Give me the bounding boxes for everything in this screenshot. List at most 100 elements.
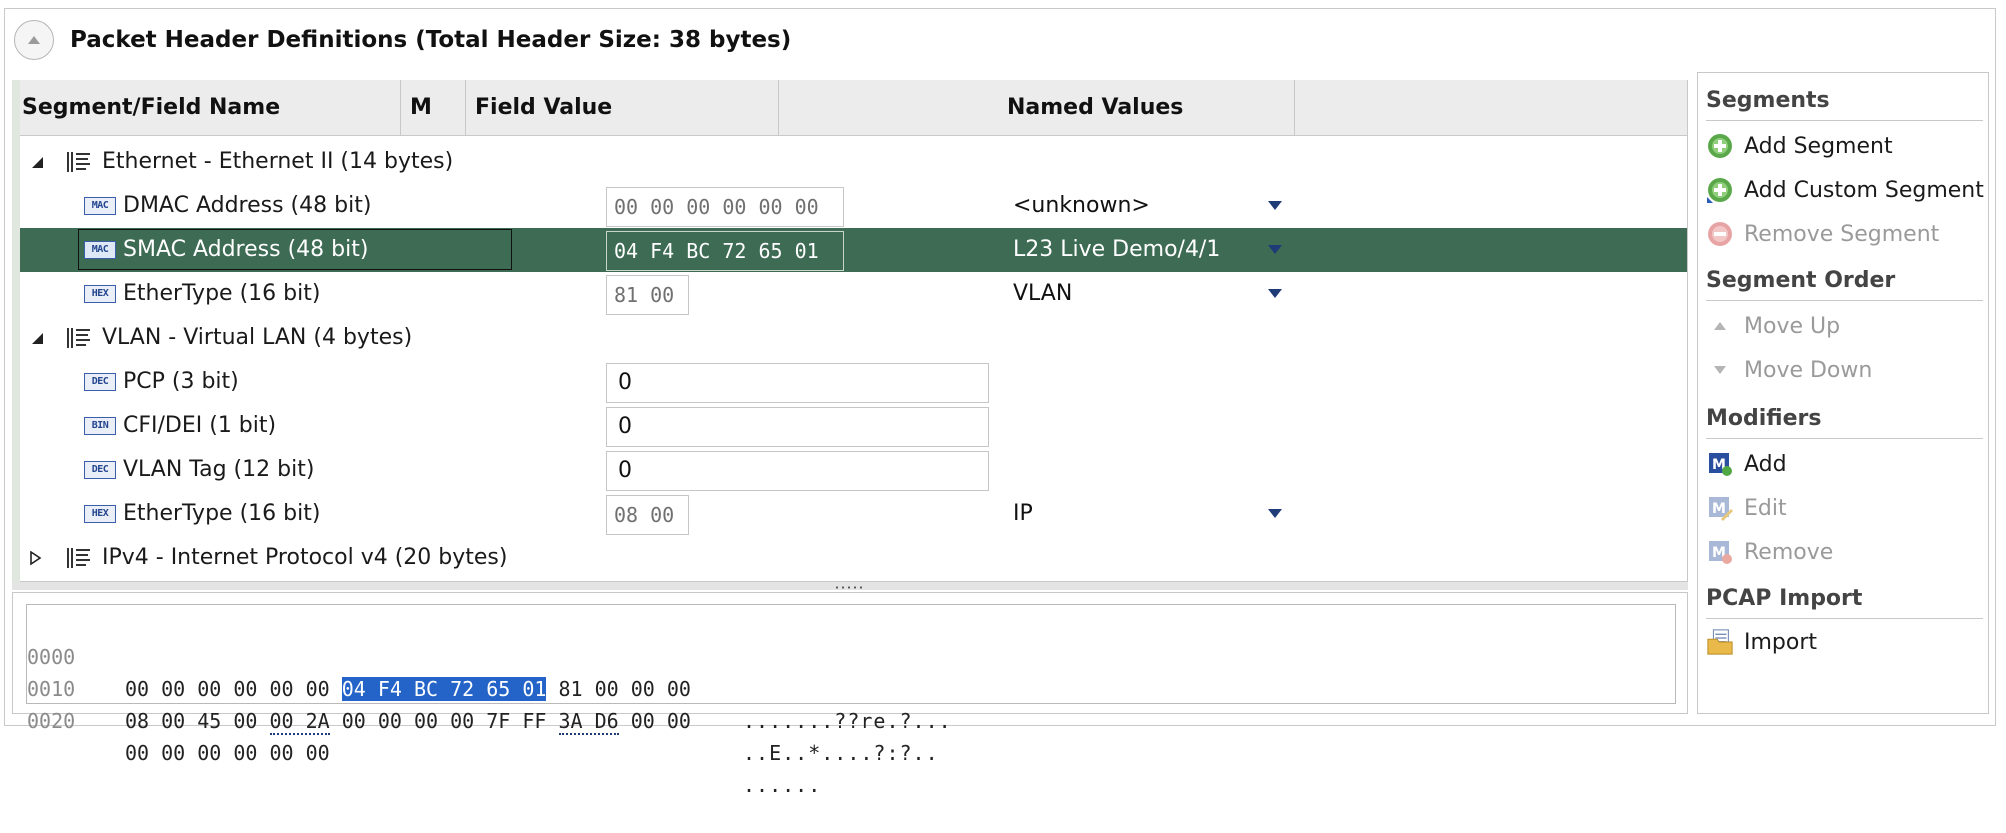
- edit-modifier-button[interactable]: M Edit: [1706, 488, 1787, 528]
- field-label: PCP (3 bit): [123, 369, 239, 394]
- section-header: Packet Header Definitions (Total Header …: [14, 18, 791, 62]
- field-row-ethertype-2[interactable]: HEX EtherType (16 bit) 08 00 IP: [20, 492, 1687, 536]
- triangle-up-icon: [1706, 312, 1734, 340]
- dec-field-icon: DEC: [84, 461, 116, 479]
- field-label: EtherType (16 bit): [123, 501, 321, 526]
- sidebar-group-title: Segments: [1706, 88, 1830, 113]
- collapsed-triangle-icon[interactable]: [28, 551, 42, 565]
- hex-line: 0020 00 00 00 00 00 00 ......: [27, 673, 1675, 797]
- field-value-input[interactable]: 08 00: [606, 495, 689, 535]
- hex-view[interactable]: 0000 00 00 00 00 00 00 04 F4 BC 72 65 01…: [26, 604, 1676, 797]
- expanded-triangle-icon[interactable]: [30, 155, 44, 169]
- segment-row-ethernet[interactable]: Ethernet - Ethernet II (14 bytes): [20, 140, 1687, 184]
- column-separator[interactable]: [1294, 80, 1295, 136]
- grid-row-indicator-bar: [12, 80, 20, 582]
- segment-label: IPv4 - Internet Protocol v4 (20 bytes): [102, 545, 508, 570]
- field-value-input[interactable]: 81 00: [606, 275, 689, 315]
- sidebar-group-title: Modifiers: [1706, 406, 1822, 431]
- field-value-input[interactable]: 0: [606, 407, 989, 447]
- move-up-button[interactable]: Move Up: [1706, 306, 1840, 346]
- hex-ascii: ..E..*....?:?..: [743, 741, 939, 765]
- column-header-m[interactable]: M: [410, 80, 432, 136]
- column-separator[interactable]: [465, 80, 466, 136]
- column-separator[interactable]: [778, 80, 779, 136]
- modifier-add-icon: M: [1706, 450, 1734, 478]
- named-value-select[interactable]: IP: [1013, 492, 1033, 536]
- divider: [1706, 618, 1983, 619]
- hex-bytes[interactable]: 00 00 00 00 00 00: [125, 737, 330, 769]
- segment-list-icon: [67, 328, 90, 348]
- hex-line: 0000 00 00 00 00 00 00 04 F4 BC 72 65 01…: [27, 609, 1675, 733]
- field-label: CFI/DEI (1 bit): [123, 413, 277, 438]
- divider: [1706, 438, 1983, 439]
- remove-segment-label: Remove Segment: [1744, 221, 1940, 247]
- remove-modifier-label: Remove: [1744, 539, 1834, 565]
- hex-bytes-text: 00 00 00 00 7F FF: [329, 709, 559, 733]
- remove-segment-button[interactable]: Remove Segment: [1706, 214, 1939, 254]
- hex-offset: 0020: [27, 709, 76, 733]
- field-row-cfi-dei[interactable]: BIN CFI/DEI (1 bit) 0: [20, 404, 1687, 448]
- field-row-dmac[interactable]: MAC DMAC Address (48 bit) 00 00 00 00 00…: [20, 184, 1687, 228]
- hex-bytes-modifier: 3A D6: [558, 709, 619, 735]
- edit-modifier-label: Edit: [1744, 495, 1787, 521]
- modifier-remove-icon: M: [1706, 538, 1734, 566]
- expanded-triangle-icon[interactable]: [30, 331, 44, 345]
- hex-field-icon: HEX: [84, 285, 116, 303]
- field-value-input[interactable]: 00 00 00 00 00 00: [606, 187, 844, 227]
- splitter-grip-icon[interactable]: [834, 586, 864, 589]
- field-value-input[interactable]: 0: [606, 363, 989, 403]
- segment-row-ipv4[interactable]: IPv4 - Internet Protocol v4 (20 bytes): [20, 536, 1687, 580]
- field-label: DMAC Address (48 bit): [123, 193, 372, 218]
- move-down-button[interactable]: Move Down: [1706, 350, 1872, 390]
- remove-modifier-button[interactable]: M Remove: [1706, 532, 1833, 572]
- add-modifier-button[interactable]: M Add: [1706, 444, 1787, 484]
- hex-ascii: .......??re.?...: [743, 709, 952, 733]
- named-value-select[interactable]: <unknown>: [1013, 184, 1150, 228]
- add-segment-button[interactable]: Add Segment: [1706, 126, 1893, 166]
- field-row-pcp[interactable]: DEC PCP (3 bit) 0: [20, 360, 1687, 404]
- move-down-label: Move Down: [1744, 357, 1873, 383]
- segment-list-icon: [67, 548, 90, 568]
- import-folder-icon: [1706, 628, 1734, 656]
- mac-field-icon: MAC: [84, 197, 116, 215]
- add-custom-segment-button[interactable]: Add Custom Segment: [1706, 170, 1984, 210]
- column-header-named-values[interactable]: Named Values: [1007, 80, 1183, 136]
- collapse-section-button[interactable]: [14, 20, 54, 60]
- move-up-label: Move Up: [1744, 313, 1841, 339]
- field-label: VLAN Tag (12 bit): [123, 457, 315, 482]
- column-header-name[interactable]: Segment/Field Name: [22, 80, 280, 136]
- dropdown-arrow-icon[interactable]: [1268, 289, 1282, 298]
- svg-text:M: M: [1712, 501, 1726, 517]
- segment-row-vlan[interactable]: VLAN - Virtual LAN (4 bytes): [20, 316, 1687, 360]
- field-row-smac[interactable]: MAC SMAC Address (48 bit) 04 F4 BC 72 65…: [20, 228, 1687, 272]
- field-row-vlan-tag[interactable]: DEC VLAN Tag (12 bit) 0: [20, 448, 1687, 492]
- chevron-up-icon: [28, 36, 40, 44]
- field-value-input[interactable]: 0: [606, 451, 989, 491]
- sidebar-group-title: PCAP Import: [1706, 586, 1863, 611]
- hex-bytes-text: 00 00: [618, 709, 691, 733]
- pcap-import-button[interactable]: Import: [1706, 622, 1817, 662]
- hex-field-icon: HEX: [84, 505, 116, 523]
- field-row-ethertype[interactable]: HEX EtherType (16 bit) 81 00 VLAN: [20, 272, 1687, 316]
- add-custom-segment-label: Add Custom Segment: [1744, 177, 1984, 203]
- grid-header: Segment/Field Name M Field Value Named V…: [20, 80, 1687, 136]
- triangle-down-icon: [1706, 356, 1734, 384]
- dec-field-icon: DEC: [84, 373, 116, 391]
- column-header-value[interactable]: Field Value: [475, 80, 612, 136]
- hex-bytes-modifier: 00 2A: [269, 709, 330, 735]
- mac-field-icon: MAC: [84, 241, 116, 259]
- named-value-select[interactable]: L23 Live Demo/4/1: [1013, 228, 1220, 272]
- hex-bytes-text: 08 00 45 00: [125, 709, 270, 733]
- column-separator[interactable]: [400, 80, 401, 136]
- dropdown-arrow-icon[interactable]: [1268, 201, 1282, 210]
- remove-circle-icon: [1706, 220, 1734, 248]
- dropdown-arrow-icon[interactable]: [1268, 509, 1282, 518]
- sidebar-group-title: Segment Order: [1706, 268, 1896, 293]
- add-segment-label: Add Segment: [1744, 133, 1893, 159]
- dropdown-arrow-icon[interactable]: [1268, 245, 1282, 254]
- divider: [1706, 120, 1983, 121]
- field-value-input[interactable]: 04 F4 BC 72 65 01: [606, 231, 844, 271]
- named-value-select[interactable]: VLAN: [1013, 272, 1072, 316]
- divider: [1706, 300, 1983, 301]
- hex-bytes[interactable]: 08 00 45 00 00 2A 00 00 00 00 7F FF 3A D…: [125, 705, 691, 737]
